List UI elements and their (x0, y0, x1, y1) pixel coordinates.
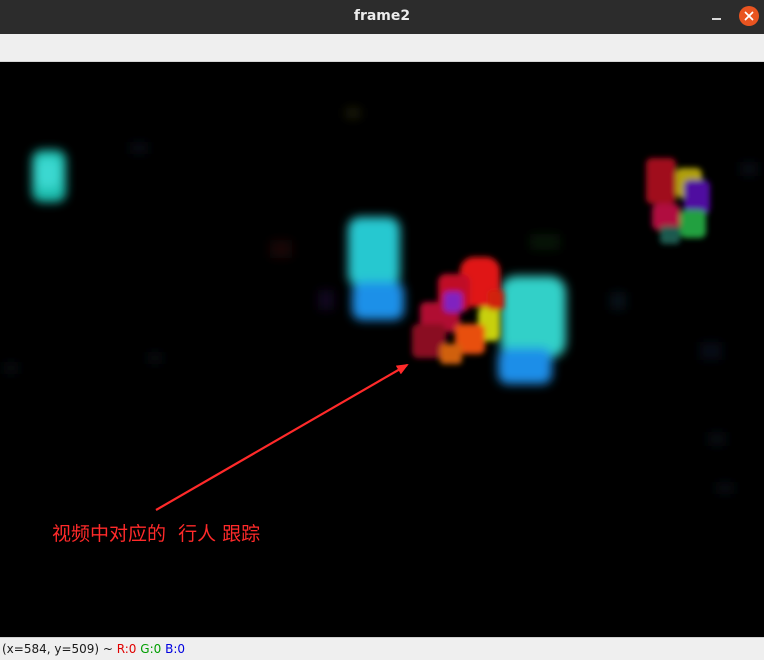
minimize-icon[interactable] (706, 6, 728, 28)
motion-visualization (4, 108, 758, 511)
motion-blob-right-center (498, 276, 566, 384)
motion-blob-red-cluster (412, 257, 504, 364)
close-icon[interactable] (739, 6, 759, 26)
opencv-window: frame2 视频中对应的 行人 跟踪 (x=584, y=509) ~ R:0… (0, 0, 764, 660)
cursor-coordinates: (x=584, y=509) ~ (2, 642, 117, 656)
optical-flow-frame[interactable]: 视频中对应的 行人 跟踪 (0, 62, 764, 637)
window-title: frame2 (353, 8, 411, 24)
pixel-b-value: B:0 (165, 642, 186, 656)
motion-blob-far-right (646, 158, 710, 244)
status-bar: (x=584, y=509) ~ R:0 G:0 B:0 (0, 637, 764, 660)
annotation-arrow (155, 363, 409, 511)
toolbar (0, 34, 764, 62)
pixel-g-value: G:0 (140, 642, 162, 656)
motion-blob-center (348, 217, 404, 320)
pixel-r-value: R:0 (116, 642, 137, 656)
title-bar: frame2 (0, 0, 764, 34)
motion-blob-left (32, 150, 66, 202)
annotation-label: 视频中对应的 行人 跟踪 (52, 523, 261, 545)
